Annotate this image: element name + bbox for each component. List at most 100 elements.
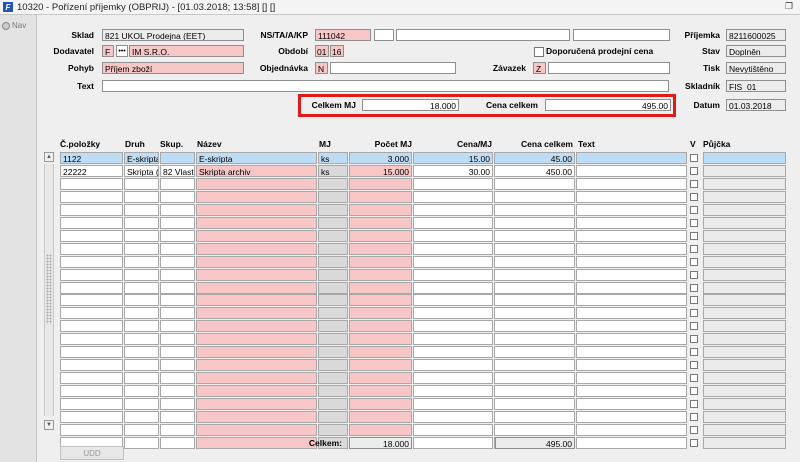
cell-mj[interactable] (318, 255, 348, 268)
cell-cena-mj[interactable]: 30.00 (413, 164, 493, 177)
cell-mj[interactable] (318, 320, 348, 333)
cell-pujcka[interactable] (703, 242, 786, 255)
nstaakp-field-4[interactable] (573, 29, 670, 41)
cell-cena-mj[interactable] (413, 385, 493, 398)
cell-cena-celkem[interactable] (494, 281, 575, 294)
cell-polozka[interactable] (60, 372, 123, 385)
cell-mj[interactable] (318, 203, 348, 216)
cell-nazev[interactable] (196, 281, 317, 294)
cell-polozka[interactable]: 1122 (60, 152, 123, 164)
cell-text[interactable] (576, 359, 687, 372)
cell-nazev[interactable] (196, 203, 317, 216)
cell-nazev[interactable] (196, 423, 317, 436)
cell-cena-mj[interactable] (413, 307, 493, 320)
row-v-checkbox[interactable] (690, 309, 698, 318)
cell-mj[interactable] (318, 307, 348, 320)
cell-druh[interactable] (124, 398, 159, 411)
scroll-down-icon[interactable]: ▼ (44, 420, 54, 430)
cell-cena-mj[interactable] (413, 372, 493, 385)
cell-cena-mj[interactable] (413, 255, 493, 268)
cell-skup[interactable] (160, 411, 195, 423)
cell-text[interactable] (576, 372, 687, 385)
cell-polozka[interactable] (60, 242, 123, 255)
cell-mj[interactable] (318, 281, 348, 294)
cell-pocet[interactable]: 3.000 (349, 152, 412, 164)
cell-polozka[interactable] (60, 177, 123, 190)
cell-skup[interactable] (160, 216, 195, 229)
cell-pujcka[interactable] (703, 152, 786, 164)
cell-polozka[interactable] (60, 411, 123, 423)
cell-druh[interactable] (124, 281, 159, 294)
cell-nazev[interactable]: E-skripta (196, 152, 317, 164)
cell-pocet[interactable] (349, 229, 412, 242)
objednavka-field[interactable] (330, 62, 456, 74)
cell-skup[interactable] (160, 320, 195, 333)
cell-pujcka[interactable] (703, 333, 786, 346)
cell-skup[interactable] (160, 177, 195, 190)
cell-polozka[interactable] (60, 398, 123, 411)
cell-pujcka[interactable] (703, 372, 786, 385)
cell-cena-mj[interactable] (413, 346, 493, 359)
cell-pocet[interactable] (349, 346, 412, 359)
text-field[interactable] (102, 80, 669, 92)
cell-cena-mj[interactable] (413, 242, 493, 255)
celkem-mj-field[interactable]: 18.000 (362, 99, 459, 111)
cell-nazev[interactable] (196, 385, 317, 398)
row-v-checkbox[interactable] (690, 244, 698, 253)
cell-cena-celkem[interactable] (494, 359, 575, 372)
cell-text[interactable] (576, 385, 687, 398)
cell-text[interactable] (576, 190, 687, 203)
cell-polozka[interactable] (60, 294, 123, 307)
cell-mj[interactable] (318, 177, 348, 190)
udd-button[interactable]: UDD (60, 446, 124, 460)
cell-nazev[interactable] (196, 255, 317, 268)
cell-text[interactable] (576, 320, 687, 333)
cell-pocet[interactable] (349, 372, 412, 385)
pohyb-field[interactable]: Příjem zboží (102, 62, 244, 74)
cell-nazev[interactable]: Skripta archiv (196, 164, 317, 177)
cell-polozka[interactable] (60, 320, 123, 333)
tisk-field[interactable]: Nevytištěno (726, 62, 786, 74)
cell-druh[interactable] (124, 307, 159, 320)
cell-pocet[interactable] (349, 255, 412, 268)
cell-druh[interactable] (124, 216, 159, 229)
cell-pocet[interactable] (349, 203, 412, 216)
cell-polozka[interactable] (60, 307, 123, 320)
cell-skup[interactable] (160, 255, 195, 268)
row-v-checkbox[interactable] (690, 348, 698, 357)
zavazek-field[interactable] (548, 62, 670, 74)
cell-nazev[interactable] (196, 372, 317, 385)
cell-mj[interactable] (318, 190, 348, 203)
cell-cena-mj[interactable] (413, 320, 493, 333)
cell-druh[interactable] (124, 385, 159, 398)
cell-nazev[interactable] (196, 268, 317, 281)
cell-cena-celkem[interactable] (494, 216, 575, 229)
cell-pujcka[interactable] (703, 346, 786, 359)
cell-pocet[interactable] (349, 190, 412, 203)
datum-field[interactable]: 01.03.2018 (726, 99, 786, 111)
prijemka-field[interactable]: 8211600025 (726, 29, 786, 41)
cell-skup[interactable] (160, 203, 195, 216)
cell-pujcka[interactable] (703, 307, 786, 320)
row-v-checkbox[interactable] (690, 270, 698, 279)
cell-text[interactable] (576, 255, 687, 268)
obdobi-year-field[interactable]: 16 (330, 45, 344, 57)
cell-polozka[interactable] (60, 333, 123, 346)
scroll-up-icon[interactable]: ▲ (44, 152, 54, 162)
cell-nazev[interactable] (196, 242, 317, 255)
cell-pocet[interactable] (349, 398, 412, 411)
nstaakp-field-2[interactable] (374, 29, 394, 41)
zavazek-code-field[interactable]: Z (533, 62, 546, 74)
row-v-checkbox[interactable] (690, 231, 698, 240)
cell-nazev[interactable] (196, 346, 317, 359)
cell-cena-mj[interactable] (413, 398, 493, 411)
row-v-checkbox[interactable] (690, 374, 698, 383)
cell-text[interactable] (576, 203, 687, 216)
cell-pocet[interactable] (349, 268, 412, 281)
cell-pujcka[interactable] (703, 216, 786, 229)
cell-skup[interactable] (160, 385, 195, 398)
cell-cena-celkem[interactable]: 450.00 (494, 164, 575, 177)
cell-pocet[interactable] (349, 320, 412, 333)
cell-druh[interactable] (124, 255, 159, 268)
cell-mj[interactable] (318, 411, 348, 423)
